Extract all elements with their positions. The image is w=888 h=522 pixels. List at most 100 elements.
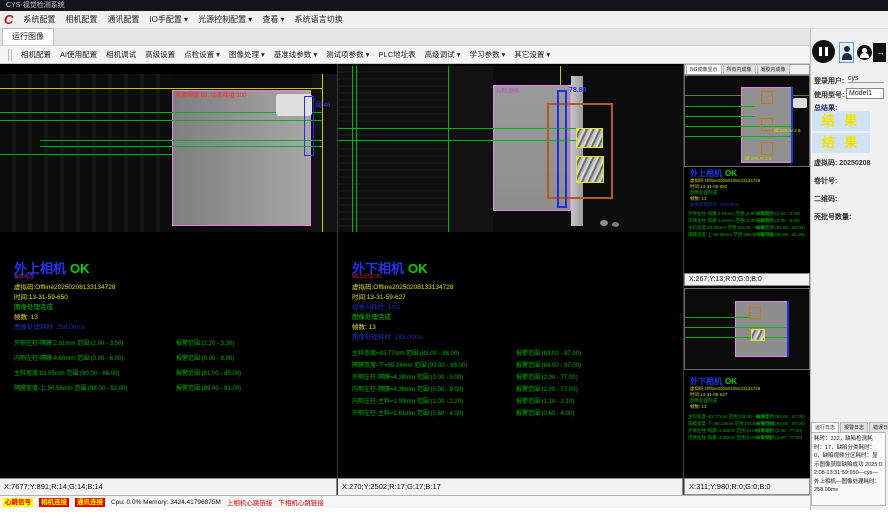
app-window: CYS-视觉检测系统 C 系统配置 相机配置 通讯配置 IO手配置 ▾ 光源控制…	[0, 0, 888, 522]
tool-plc-address[interactable]: PLC地址表	[379, 49, 416, 60]
tab-gel-inner[interactable]: 凝胶内成像	[757, 64, 790, 74]
qrcode-label: 二维码:	[814, 194, 837, 204]
left-time: 时间:13-31-59-650	[14, 291, 68, 301]
yellow-reference-line	[0, 88, 322, 89]
window-title: CYS-视觉检测系统	[6, 2, 65, 9]
yellow-reference-line	[322, 74, 323, 232]
tab-ng-display[interactable]: NG成像显示	[686, 64, 722, 74]
exit-arrow-icon: →	[876, 48, 885, 57]
alarm-range: 报警范围:(2.00 - 77.00)	[516, 372, 578, 381]
menu-light-config[interactable]: 光源控制配置 ▾	[198, 14, 252, 25]
tool-other-settings[interactable]: 其它设置 ▾	[514, 49, 550, 60]
menu-comm-config[interactable]: 通讯配置	[107, 14, 139, 25]
measure-line	[685, 126, 793, 127]
alarm-range: 报警范围:(81.00 - 85.00)	[756, 225, 805, 231]
result-ok: OK	[70, 261, 90, 276]
user-login-button[interactable]	[839, 42, 854, 63]
tool-advanced-debug[interactable]: 高级调试 ▾	[425, 49, 461, 60]
small-bottom-frame-count: 帧数: 13	[690, 404, 707, 410]
defect-box	[761, 142, 773, 155]
tool-baseline-params[interactable]: 基准线参数 ▾	[274, 49, 317, 60]
alarm-range: 报警范围:(83.00 - 87.00)	[516, 348, 581, 357]
machinery-background	[0, 74, 172, 232]
menu-language-switch[interactable]: 系统语言切换	[295, 14, 343, 25]
measurement-row: 主料宽度=83.77mm 范围:(82.00 - 88.00)	[352, 348, 459, 357]
model-select[interactable]: Model1	[846, 88, 884, 99]
person-icon	[842, 53, 852, 60]
small-top-elapsed: 图像处理耗时: 258.00ms	[690, 202, 739, 208]
menu-view[interactable]: 查看 ▾	[262, 14, 284, 25]
measure-line	[685, 116, 755, 117]
tab-alarm-log[interactable]: 报警日志	[840, 422, 868, 432]
defect-box	[761, 118, 773, 131]
middle-time: 时间:13-31-59-627	[352, 291, 406, 301]
alarm-range: 报警范围:(0.00 - 8.00)	[756, 218, 800, 224]
machinery-background	[312, 74, 337, 232]
pause-button[interactable]	[812, 40, 835, 63]
defect-box	[761, 91, 773, 104]
measure-line	[448, 66, 449, 232]
menu-system-config[interactable]: 系统配置	[23, 14, 55, 25]
tab-all-inner[interactable]: 所有内成像	[723, 64, 756, 74]
measure-line	[338, 128, 578, 129]
operator-button[interactable]	[857, 45, 872, 60]
log-output[interactable]: 耗时：222，缺陷检测耗时：17，缺陷分类耗时：0，缺陷视频分区耗时：显示图像获…	[811, 432, 886, 506]
person-icon	[860, 53, 869, 58]
menu-io-config[interactable]: IO手配置 ▾	[149, 14, 188, 25]
alarm-range: 报警范围:(94.00 - 97.00)	[756, 421, 805, 427]
tab-error-log[interactable]: 错误日志	[869, 422, 888, 432]
tool-camera-debug[interactable]: 相机调试	[106, 49, 136, 60]
camera-connection-badge: 相机连接	[39, 498, 69, 507]
small-top-camera-image[interactable]: 阈:185,Ar:2.8 阈:185,Ar:2.8	[684, 75, 810, 167]
needle-number-label: 卷针号:	[814, 176, 837, 186]
middle-coordinate-bar: X:270;Y:2502;R:17;G:17;B:17	[338, 478, 683, 495]
tool-advanced-settings[interactable]: 高级设置	[145, 49, 175, 60]
machinery-detail	[612, 222, 619, 227]
alarm-range: 报警范围:(2.00 - 77.00)	[516, 384, 578, 393]
alarm-range: 报警范围:(2.20 - 3.30)	[176, 338, 234, 347]
tool-test-params[interactable]: 测试项参数 ▾	[326, 49, 369, 60]
tool-ai-config[interactable]: AI使用配置	[60, 49, 97, 60]
menu-camera-config[interactable]: 相机配置	[65, 14, 97, 25]
tab-run-image[interactable]: 运行图像	[2, 28, 54, 45]
tool-spot-check[interactable]: 点检设置 ▾	[184, 49, 220, 60]
tool-camera-config[interactable]: 相机配置	[21, 49, 51, 60]
middle-process-done: 图像处理完成	[352, 311, 391, 321]
toolbar-grip	[8, 49, 12, 61]
small-bottom-camera-image[interactable]	[684, 288, 810, 370]
camera-name: 外上相机	[690, 169, 722, 178]
model-label: 使用型号:	[814, 90, 844, 100]
ng-view-tabs: NG成像显示 所有内成像 凝胶内成像	[684, 64, 810, 75]
result-ok: OK	[408, 261, 428, 276]
blue-overlay-label: 阈:46	[316, 100, 330, 109]
cpu-memory-status: Cpu: 0.0% Memory: 3424.41796875M	[111, 499, 221, 506]
measure-line	[685, 136, 793, 137]
left-barcode: 虚拟码:Offline20250208133134728	[14, 281, 115, 291]
login-user-value[interactable]: cys	[848, 75, 884, 83]
tool-image-processing[interactable]: 图像处理 ▾	[229, 49, 265, 60]
ai-box-label: AI检测框	[496, 86, 520, 95]
middle-camera-image[interactable]: AI检测框 78.88	[338, 66, 683, 232]
measurement-row: 隔膜宽度-上:90.56mm 范围:(88.00 - 92.00)	[14, 383, 127, 392]
middle-ai-elapsed: 视觉AI耗时: 1ms	[352, 301, 400, 311]
tab-run-log[interactable]: 运行日志	[811, 422, 839, 432]
blue-measure-line	[787, 301, 789, 357]
person-icon	[844, 46, 850, 52]
machinery-background	[338, 66, 448, 232]
measurement-row: 内侧左柱-隔膜:4.60mm 范围:(3.00 - 6.00)	[14, 353, 123, 362]
measurement-row: 外侧左柱-主料=2.61mm 范围:(0.60 - 4.00)	[352, 408, 463, 417]
middle-result-sub: MES反馈:OK	[352, 273, 381, 280]
left-process-done: 图像处理完成	[14, 301, 53, 311]
left-camera-image[interactable]: 灰度阈值:93, 动态阈值:100 阈:46	[0, 74, 337, 232]
tab-strip: 运行图像	[0, 29, 810, 46]
tool-learning-params[interactable]: 学习参数 ▾	[469, 49, 505, 60]
blue-measure-box	[304, 96, 314, 156]
pause-icon	[825, 47, 828, 56]
middle-barcode: 虚拟码:Offline20250208133134728	[352, 281, 453, 291]
virtual-code-label: 虚拟码:	[814, 160, 837, 167]
blue-overlay-label: 78.88	[569, 87, 587, 94]
result-display-top: 结 果	[812, 111, 870, 131]
defect-label: 阈:185,Ar:2.8	[745, 156, 772, 162]
exit-button[interactable]: →	[873, 43, 886, 62]
measure-line	[685, 327, 789, 328]
